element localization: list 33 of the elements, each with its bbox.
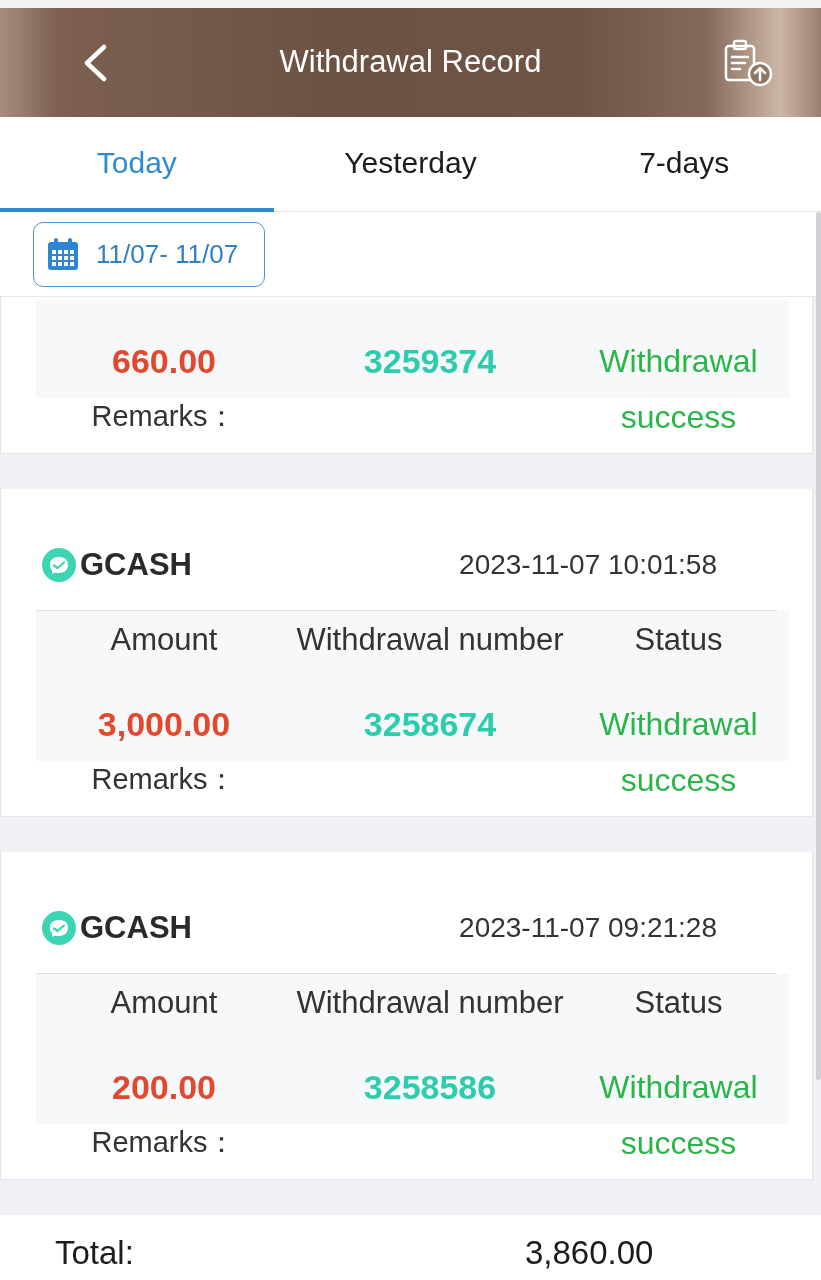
status-text: Withdrawal success xyxy=(598,705,759,800)
column-label: Amount xyxy=(110,620,218,659)
column-label: Status xyxy=(634,620,723,659)
total-amount: 3,860.00 xyxy=(525,1232,655,1273)
withdrawal-number: 3259374 xyxy=(363,340,497,382)
remarks-label: Remarks： xyxy=(91,762,237,798)
payment-method: GCASH xyxy=(80,545,192,584)
column-label: Status xyxy=(634,983,723,1022)
amount-value: 200.00 xyxy=(112,1066,216,1108)
back-icon[interactable] xyxy=(82,43,108,82)
calendar-icon xyxy=(48,238,78,270)
record-time: 2023-11-07 09:21:28 xyxy=(459,911,717,945)
record-time: 2023-11-07 10:01:58 xyxy=(459,548,717,582)
amount-value: 3,000.00 xyxy=(97,703,231,745)
remarks-label: Remarks： xyxy=(91,399,237,435)
status-text: Withdrawal success xyxy=(598,1068,759,1163)
status-text: Withdrawal success xyxy=(598,342,759,437)
remarks-label: Remarks： xyxy=(91,1125,237,1161)
column-label: Amount xyxy=(110,983,218,1022)
withdrawal-number: 3258586 xyxy=(363,1066,497,1108)
withdrawal-number: 3258674 xyxy=(363,703,497,745)
wallet-logo-icon xyxy=(42,911,76,945)
column-label: Withdrawal number xyxy=(296,620,564,659)
tab[interactable]: 7-days xyxy=(547,117,821,212)
header-title: Withdrawal Record xyxy=(279,43,542,82)
clipboard-upload-icon[interactable] xyxy=(723,38,773,87)
tab[interactable]: Yesterday xyxy=(273,117,548,212)
amount-value: 660.00 xyxy=(112,340,216,382)
payment-method: GCASH xyxy=(80,908,192,947)
date-range-button[interactable]: 11/07- 11/07 xyxy=(33,221,265,287)
wallet-logo-icon xyxy=(42,548,76,582)
total-label: Total: xyxy=(55,1232,135,1273)
column-label: Withdrawal number xyxy=(296,983,564,1022)
